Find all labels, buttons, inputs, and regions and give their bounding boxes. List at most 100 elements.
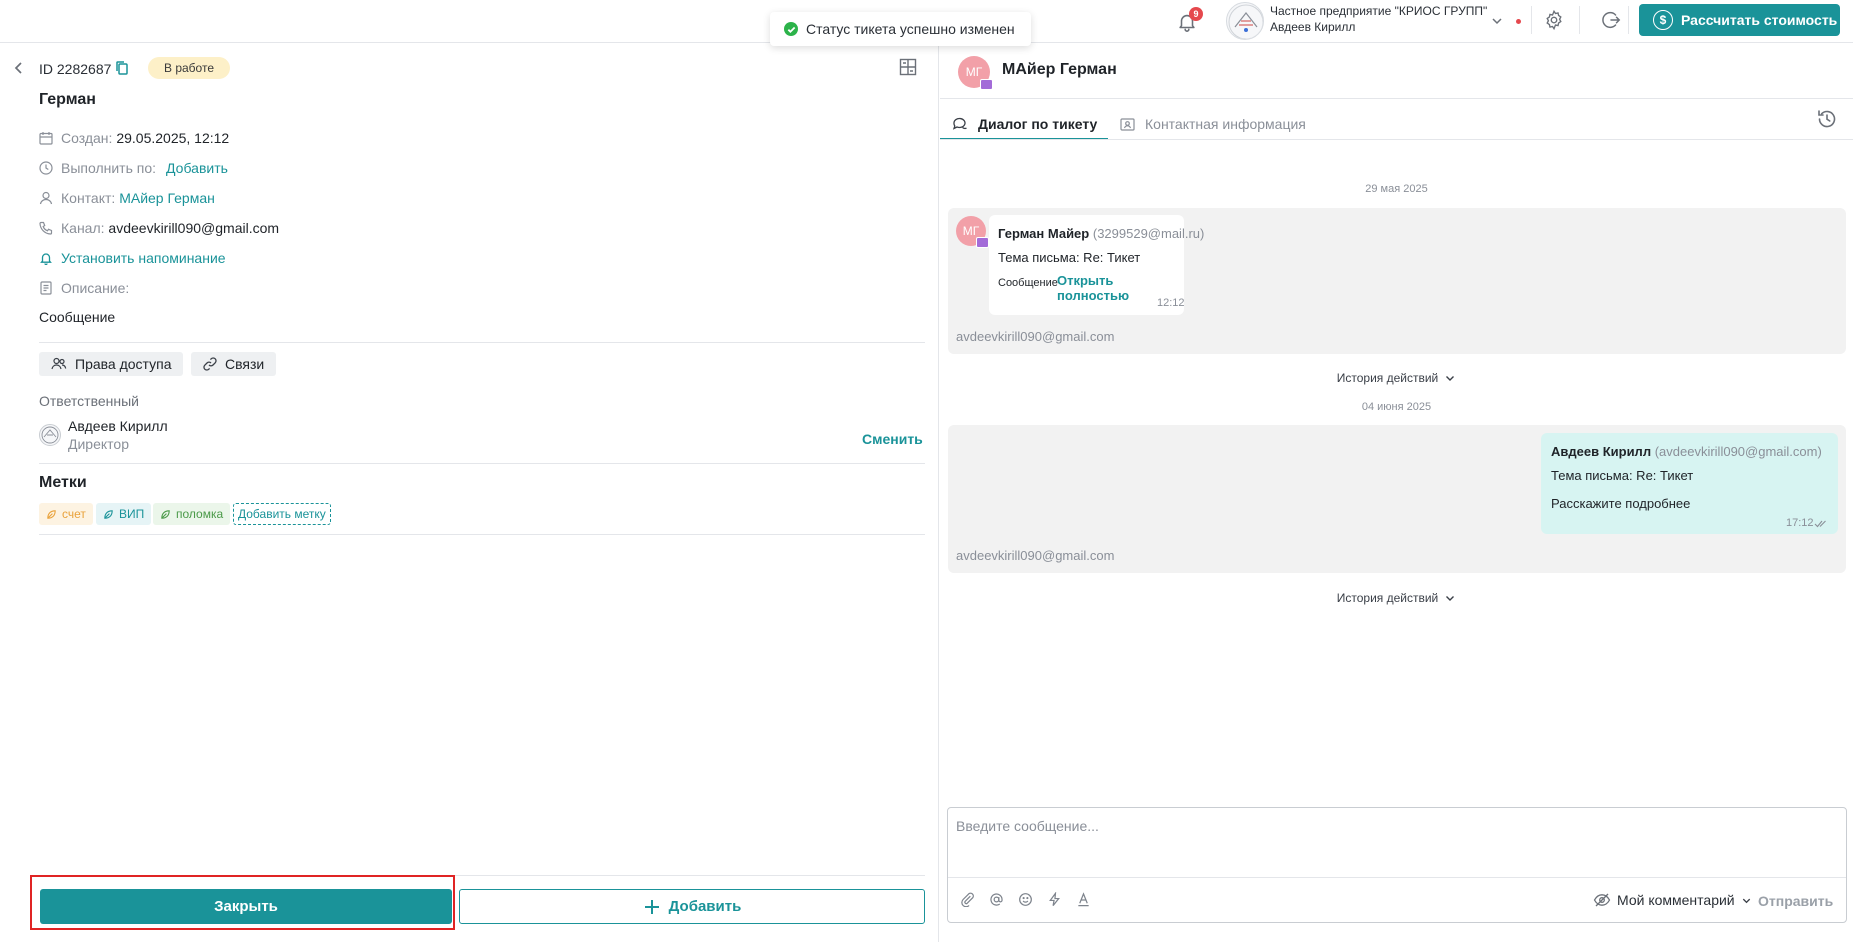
dollar-icon: $ (1653, 10, 1673, 30)
divider (1531, 6, 1532, 34)
message-bubble: Герман Майер (3299529@mail.ru) Тема пись… (989, 215, 1204, 315)
bell-icon (40, 253, 52, 265)
tab-dialog-label: Диалог по тикету (978, 116, 1098, 132)
gear-icon[interactable] (1543, 9, 1565, 31)
calculate-cost-label: Рассчитать стоимость (1681, 12, 1838, 28)
history-label: История действий (1336, 591, 1439, 605)
lightning-icon[interactable] (1045, 890, 1063, 908)
message-input[interactable] (948, 808, 1846, 878)
user-icon (39, 191, 53, 205)
tag-label: ВИП (119, 507, 145, 521)
send-button[interactable]: Отправить (1758, 893, 1833, 909)
history-toggle[interactable]: История действий (940, 371, 1853, 385)
message-author: Герман Майер (3299529@mail.ru) (998, 226, 1204, 241)
chevron-down-icon (1742, 898, 1750, 903)
my-comment-toggle[interactable]: Мой комментарий (1593, 892, 1752, 908)
created-field: Создан: 29.05.2025, 12:12 (39, 129, 229, 147)
message-bubble: Авдеев Кирилл (avdeevkirill090@gmail.com… (1541, 433, 1838, 534)
author-email: (3299529@mail.ru) (1092, 226, 1205, 241)
tab-dialog[interactable]: Диалог по тикету (952, 109, 1097, 139)
message-channel: avdeevkirill090@gmail.com (956, 329, 1115, 344)
chevron-down-icon (1446, 376, 1455, 381)
company-switcher[interactable]: Частное предприятие "КРИОС ГРУПП" Авдеев… (1226, 2, 1528, 40)
tab-contact-label: Контактная информация (1145, 116, 1306, 132)
message-author: Авдеев Кирилл (avdeevkirill090@gmail.com… (1551, 444, 1822, 459)
history-toggle[interactable]: История действий (940, 591, 1853, 605)
email-icon (980, 79, 993, 90)
message-subject: Тема письма: Re: Тикет (998, 250, 1141, 265)
layout-toggle-icon[interactable] (899, 58, 917, 76)
status-badge[interactable]: В работе (148, 57, 231, 79)
copy-icon[interactable] (115, 60, 129, 76)
close-ticket-button[interactable]: Закрыть (40, 889, 452, 924)
tab-contact-info[interactable]: Контактная информация (1120, 109, 1306, 139)
set-reminder-link[interactable]: Установить напоминание (61, 250, 226, 266)
attach-icon[interactable] (958, 890, 976, 908)
links-button[interactable]: Связи (191, 352, 277, 376)
document-icon (40, 281, 52, 295)
mention-icon[interactable] (987, 890, 1005, 908)
email-icon (976, 237, 989, 248)
change-responsible-link[interactable]: Сменить (862, 431, 923, 447)
due-field: Выполнить по: Добавить (39, 159, 228, 177)
chevron-down-icon (1446, 596, 1455, 601)
tag-label: поломка (176, 507, 224, 521)
calculate-cost-button[interactable]: $ Рассчитать стоимость (1639, 4, 1840, 36)
add-tag-button[interactable]: Добавить метку (233, 503, 331, 525)
contact-name[interactable]: МАйер Герман (1002, 61, 1117, 79)
author-email: (avdeevkirill090@gmail.com) (1654, 444, 1822, 459)
message-channel: avdeevkirill090@gmail.com (956, 548, 1115, 563)
message-composer: Мой комментарий Отправить (947, 807, 1847, 923)
tag-item[interactable]: счет (39, 503, 93, 525)
links-label: Связи (225, 356, 265, 372)
ticket-title: Герман (39, 91, 96, 108)
avatar (39, 424, 61, 446)
divider (1628, 6, 1629, 34)
due-add-link[interactable]: Добавить (166, 160, 228, 176)
company-logo (1226, 2, 1264, 40)
contact-link[interactable]: МАйер Герман (119, 190, 215, 206)
sender-initials: МГ (962, 224, 980, 238)
contact-label: Контакт: (61, 190, 116, 206)
status-dot (1516, 19, 1521, 24)
tag-label: счет (62, 507, 86, 521)
tag-item[interactable]: ВИП (96, 503, 152, 525)
double-check-icon (1814, 520, 1826, 528)
add-button-label: Добавить (668, 898, 742, 915)
channel-value: avdeevkirill090@gmail.com (108, 220, 280, 236)
emoji-icon[interactable] (1016, 890, 1034, 908)
notifications-badge: 9 (1189, 7, 1203, 21)
description-field: Описание: (39, 279, 129, 297)
message-time: 12:12 (1157, 297, 1185, 309)
logout-icon[interactable] (1600, 9, 1622, 31)
add-button[interactable]: Добавить (459, 889, 925, 924)
date-separator: 04 июня 2025 (1361, 401, 1432, 413)
current-user-name: Авдеев Кирилл (1270, 20, 1356, 34)
sender-avatar: МГ (956, 216, 989, 248)
channel-label: Канал: (61, 220, 105, 236)
text-format-icon[interactable] (1074, 890, 1092, 908)
contact-avatar: МГ (958, 56, 993, 90)
notifications-bell[interactable]: 9 (1176, 7, 1203, 34)
created-label: Создан: (61, 130, 113, 146)
author-name: Герман Майер (998, 226, 1090, 241)
message-body-label: Сообщение (998, 277, 1058, 289)
reminder-field[interactable]: Установить напоминание (39, 249, 226, 267)
chevron-down-icon (1492, 18, 1502, 25)
responsible-role: Директор (68, 436, 129, 452)
history-icon[interactable] (1816, 108, 1838, 130)
divider (940, 98, 1853, 99)
users-icon (51, 357, 67, 370)
divider (39, 342, 925, 343)
divider (1579, 6, 1580, 34)
access-rights-button[interactable]: Права доступа (39, 352, 184, 376)
my-comment-label: Мой комментарий (1617, 892, 1735, 908)
tag-item[interactable]: поломка (153, 503, 231, 525)
composer-toolbar (958, 890, 1092, 908)
back-arrow-icon[interactable] (12, 60, 26, 76)
channel-field: Канал: avdeevkirill090@gmail.com (39, 219, 279, 237)
contact-initials: МГ (965, 65, 983, 79)
date-separator: 29 мая 2025 (1365, 183, 1428, 195)
history-label: История действий (1336, 371, 1439, 385)
check-circle-icon (784, 22, 798, 36)
